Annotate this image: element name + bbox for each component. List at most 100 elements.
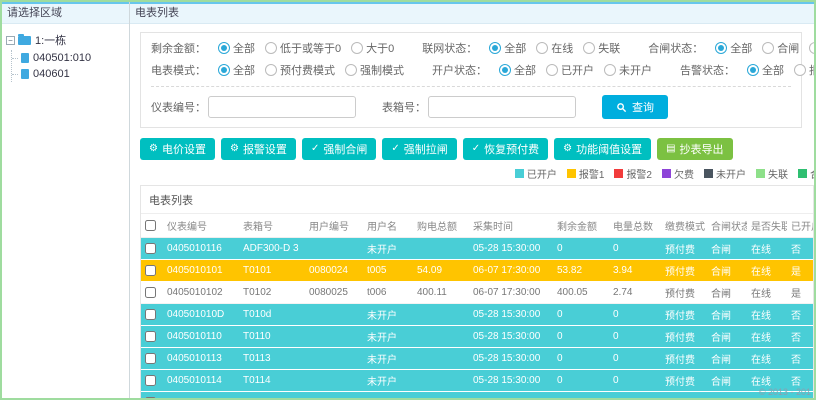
tree-node-label: 040601	[33, 68, 70, 80]
box-no-input[interactable]	[428, 96, 576, 118]
table-row[interactable]: 040501010D T010d 未开户 05-28 15:30:00 0 0 预付费 合闸在…	[141, 303, 813, 326]
radio-button[interactable]	[345, 64, 357, 76]
radio-option-label[interactable]: 大于0	[366, 40, 394, 56]
radio-option-label[interactable]: 在线	[551, 40, 573, 56]
radio-button[interactable]	[715, 42, 728, 54]
table-cell: 0405010113	[163, 347, 239, 370]
column-header: 电量总数	[609, 213, 661, 238]
table-cell: 0	[609, 347, 661, 370]
radio-option-label[interactable]: 强制模式	[360, 62, 404, 78]
query-button-label: 查询	[632, 102, 654, 114]
search-field-label: 仪表编号：	[151, 102, 206, 114]
meter-no-input[interactable]	[208, 96, 356, 118]
check-icon: ✓	[310, 143, 320, 154]
table-cell: 合闸	[707, 259, 747, 282]
select-all-checkbox[interactable]	[145, 219, 156, 231]
radio-button[interactable]	[218, 42, 230, 54]
collapse-icon[interactable]: −	[6, 35, 15, 45]
radio-button[interactable]	[809, 42, 814, 54]
sidebar-title: 请选择区域	[2, 2, 129, 24]
column-header: 购电总额	[413, 213, 469, 238]
row-checkbox[interactable]	[145, 264, 156, 276]
legend-item: 未开户	[704, 166, 746, 181]
radio-button[interactable]	[265, 42, 277, 54]
check-icon: ✓	[391, 143, 400, 154]
table-row[interactable]: 0405010116 ADF300-D 3 未开户 05-28 15:30:00 0 0 预…	[141, 237, 813, 260]
toolbar-button-label: 恢复预付费	[484, 144, 540, 156]
row-checkbox[interactable]	[145, 286, 156, 298]
table-row[interactable]: 0405010113 T0113 未开户 05-28 15:30:00 0 0 预付费 合闸在…	[141, 347, 813, 370]
table-row[interactable]: 0405010110 T0110 未开户 05-28 15:30:00 0 0 预付费 合闸在…	[141, 325, 813, 348]
radio-button[interactable]	[604, 64, 616, 76]
filter-group: 剩余金额： 全部 低于或等于0 大于0	[151, 40, 394, 56]
radio-option-label[interactable]: 未开户	[619, 62, 652, 78]
copyright: © 2013 - 201	[758, 387, 811, 397]
row-checkbox[interactable]	[145, 396, 156, 398]
radio-button[interactable]	[351, 42, 364, 54]
row-select-cell	[141, 347, 163, 370]
radio-option-label[interactable]: 全部	[504, 40, 526, 56]
radio-option-label[interactable]: 合闸	[777, 40, 799, 56]
radio-option-label[interactable]: 已开户	[561, 62, 594, 78]
alarm-settings-button[interactable]: ⚙ 报警设置	[220, 138, 296, 160]
radio-button[interactable]	[536, 42, 549, 54]
radio-button[interactable]	[583, 42, 596, 54]
radio-option-label[interactable]: 全部	[762, 62, 784, 78]
table-row[interactable]: 0405010102 T0102 0080025 t006 400.11 06-07 17…	[141, 281, 813, 304]
table-cell: 400.11	[413, 281, 469, 304]
row-checkbox[interactable]	[145, 242, 156, 254]
radio-option-label[interactable]: 低于或等于0	[280, 40, 341, 56]
table-cell: 未开户	[363, 325, 413, 348]
file-icon	[21, 53, 29, 63]
tree-node[interactable]: 040501:010	[12, 50, 127, 66]
legend-label: 报警2	[626, 170, 652, 181]
filter-row: 剩余金额：全部低于或等于0大于0联网状态：全部在线失联合闸状态：全部合闸拉闸	[151, 37, 814, 59]
radio-button[interactable]	[499, 64, 511, 76]
radio-option-label[interactable]: 全部	[514, 62, 536, 78]
radio-button[interactable]	[747, 64, 759, 76]
radio-option-label[interactable]: 全部	[233, 62, 255, 78]
table-row[interactable]: 0405010101 T0101 0080024 t005 54.09 06-07 17:…	[141, 259, 813, 282]
radio-option-label[interactable]: 全部	[233, 40, 255, 56]
table-cell: 0405010115	[163, 391, 239, 398]
row-checkbox[interactable]	[145, 330, 156, 342]
table-cell: 预付费	[661, 237, 707, 260]
radio-button[interactable]	[265, 64, 277, 76]
force-close-switch-button[interactable]: ✓ 强制合闸	[301, 138, 377, 160]
table-cell: T0113	[239, 347, 305, 370]
tree-node-root[interactable]: − 1:一栋	[4, 30, 127, 50]
legend-swatch	[704, 169, 713, 178]
table-cell: 是	[787, 281, 813, 304]
threshold-settings-button[interactable]: ⚙ 功能阈值设置	[554, 138, 652, 160]
radio-button[interactable]	[218, 64, 230, 76]
table-cell	[305, 237, 363, 260]
table-row[interactable]: 0405010114 T0114 未开户 05-28 15:30:00 0 0 预付费 合闸在…	[141, 369, 813, 392]
force-open-switch-button[interactable]: ✓ 强制拉闸	[382, 138, 457, 160]
legend-label: 报警1	[578, 170, 605, 181]
radio-button[interactable]	[762, 42, 775, 54]
radio-button[interactable]	[489, 42, 502, 54]
tree-node[interactable]: 040601	[12, 66, 127, 82]
meter-export-button[interactable]: ▤ 抄表导出	[657, 138, 733, 160]
radio-button[interactable]	[546, 64, 558, 76]
table-cell: 0	[609, 303, 661, 326]
legend-label: 欠费	[674, 170, 694, 181]
radio-option-label[interactable]: 报警1	[809, 62, 814, 78]
table-row[interactable]: 0405010115T0115未开户05-28 15:30:0000预付费合闸在…	[141, 391, 813, 398]
export-icon: ▤	[666, 143, 676, 154]
radio-button[interactable]	[794, 64, 806, 76]
table-cell: 是	[787, 259, 813, 282]
row-checkbox[interactable]	[145, 374, 156, 386]
restore-prepaid-button[interactable]: ✓ 恢复预付费	[462, 138, 549, 160]
price-settings-button[interactable]: ⚙ 电价设置	[140, 138, 215, 160]
radio-option-label[interactable]: 失联	[598, 40, 620, 56]
radio-option-label[interactable]: 全部	[730, 40, 752, 56]
row-checkbox[interactable]	[145, 308, 156, 320]
query-button[interactable]: 查询	[602, 95, 668, 119]
row-checkbox[interactable]	[145, 352, 156, 364]
table-cell: 在线	[747, 303, 787, 326]
radio-option-label[interactable]: 预付费模式	[280, 62, 335, 78]
column-header: 仪表编号	[163, 213, 239, 238]
table-cell: 400.05	[553, 281, 609, 304]
table-cell: 在线	[747, 237, 787, 260]
